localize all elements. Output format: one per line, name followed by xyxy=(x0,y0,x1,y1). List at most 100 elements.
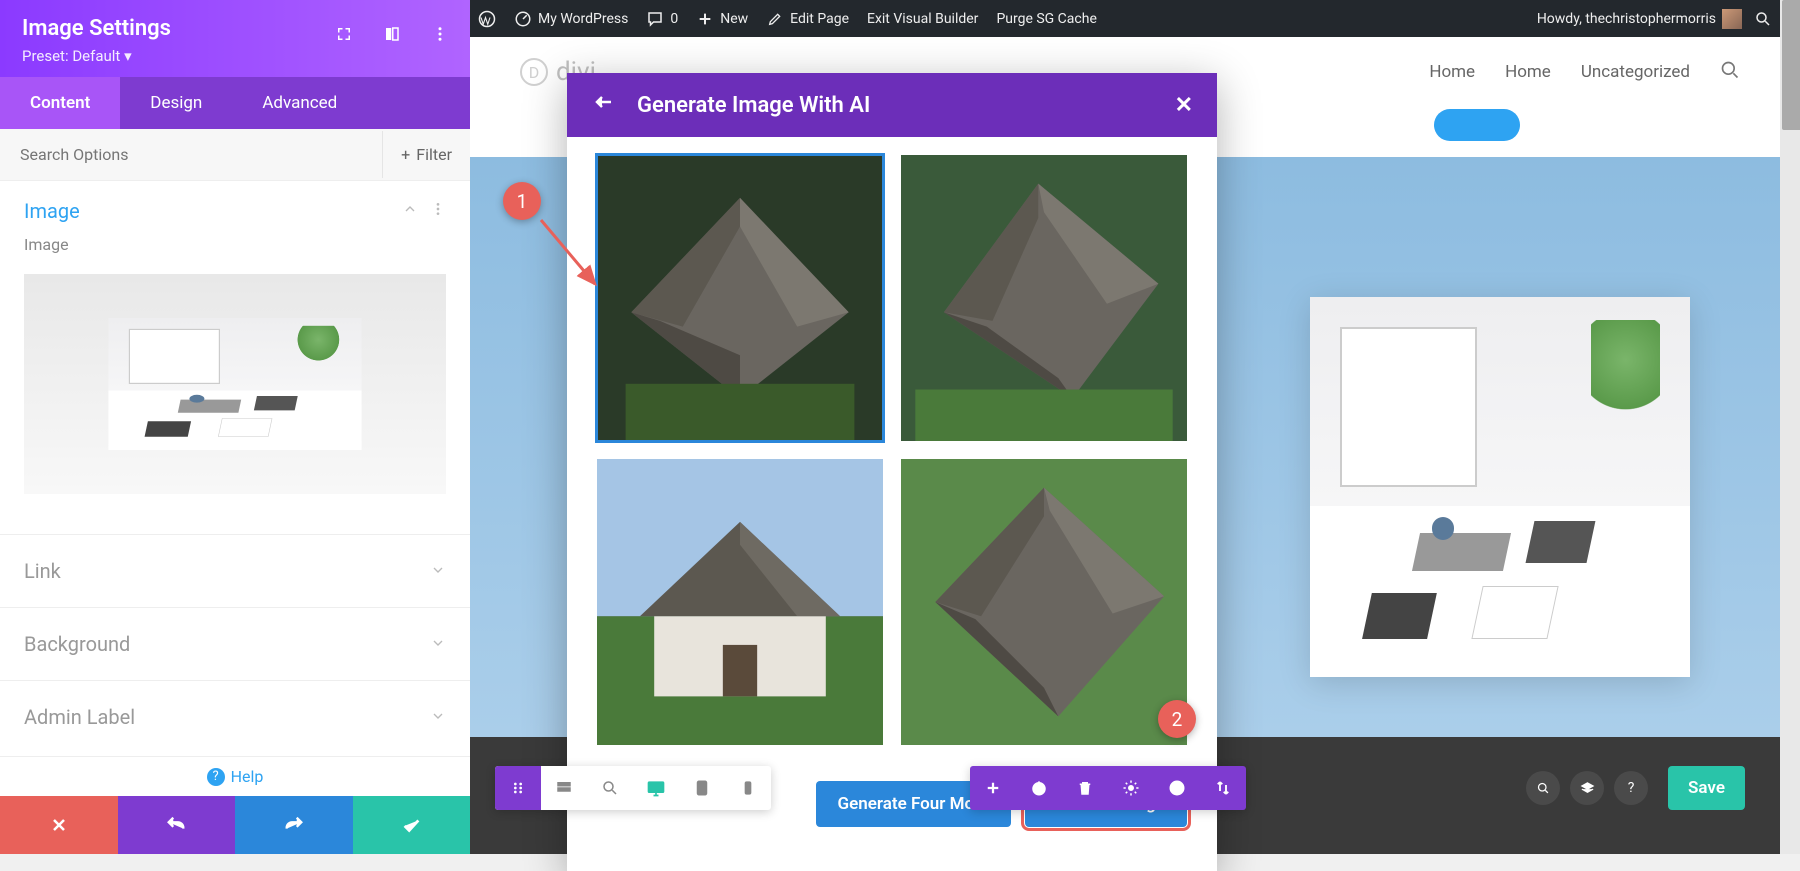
pill-indicator xyxy=(1434,109,1520,141)
new-menu[interactable]: New xyxy=(696,10,748,28)
toolbar-handle[interactable] xyxy=(495,766,541,810)
help-label: Help xyxy=(231,767,264,786)
image-upload-field[interactable] xyxy=(24,274,446,494)
section-background-title: Background xyxy=(24,632,130,656)
purge-label: Purge SG Cache xyxy=(996,11,1096,27)
account-menu[interactable]: Howdy, thechristophermorris xyxy=(1537,9,1742,29)
comments-menu[interactable]: 0 xyxy=(646,10,678,28)
undo-button[interactable] xyxy=(118,796,236,854)
wordpress-icon xyxy=(478,10,496,28)
search-icon xyxy=(1754,10,1772,28)
chevron-down-icon: ▾ xyxy=(124,47,132,65)
power-button[interactable] xyxy=(1016,766,1062,810)
filter-label: Filter xyxy=(416,145,452,164)
wp-admin-bar: My WordPress 0 New Edit Page Exit Visual… xyxy=(470,0,1780,37)
modal-header: Generate Image With AI ✕ xyxy=(567,73,1217,137)
purge-cache-link[interactable]: Purge SG Cache xyxy=(996,11,1096,27)
help-button[interactable]: ? xyxy=(1614,771,1648,805)
zoom-view-button[interactable] xyxy=(587,766,633,810)
tab-content[interactable]: Content xyxy=(0,77,120,129)
chevron-down-icon xyxy=(430,705,446,729)
nav-search[interactable] xyxy=(1720,60,1740,85)
builder-view-toolbar xyxy=(495,766,771,810)
section-admin-label-title: Admin Label xyxy=(24,705,135,729)
nav-link-home-2[interactable]: Home xyxy=(1505,62,1551,82)
generated-image-1[interactable] xyxy=(597,155,883,441)
scrollbar-thumb[interactable] xyxy=(1782,0,1800,130)
settings-tabs: Content Design Advanced xyxy=(0,77,470,129)
ai-generate-modal: Generate Image With AI ✕ Generate Four M… xyxy=(567,73,1217,871)
snap-icon[interactable] xyxy=(382,24,402,44)
more-icon[interactable] xyxy=(430,201,446,221)
section-image-title: Image xyxy=(24,199,80,223)
save-button[interactable]: Save xyxy=(1668,766,1745,810)
desktop-view-button[interactable] xyxy=(633,766,679,810)
hero-image-module[interactable] xyxy=(1310,297,1690,677)
page-settings-button[interactable] xyxy=(1108,766,1154,810)
exit-visual-builder-link[interactable]: Exit Visual Builder xyxy=(867,11,978,27)
section-background[interactable]: Background xyxy=(0,607,470,680)
panel-header: Image Settings Preset: Default ▾ xyxy=(0,0,470,77)
modal-back-button[interactable] xyxy=(591,91,619,119)
generated-images-grid xyxy=(597,155,1187,745)
module-settings-panel: Image Settings Preset: Default ▾ Content… xyxy=(0,0,470,854)
page-scrollbar[interactable] xyxy=(1780,0,1800,854)
tab-advanced[interactable]: Advanced xyxy=(232,77,367,129)
edit-page-link[interactable]: Edit Page xyxy=(766,10,849,28)
howdy-label: Howdy, thechristophermorris xyxy=(1537,11,1716,27)
chevron-down-icon xyxy=(430,559,446,583)
modal-close-button[interactable]: ✕ xyxy=(1175,93,1193,118)
pencil-icon xyxy=(766,10,784,28)
discard-button[interactable] xyxy=(0,796,118,854)
preset-label: Preset: Default xyxy=(22,47,120,65)
section-image-header[interactable]: Image xyxy=(0,181,470,231)
generated-image-4[interactable] xyxy=(901,459,1187,745)
site-name-menu[interactable]: My WordPress xyxy=(514,10,628,28)
annotation-arrow xyxy=(533,212,613,302)
plus-icon xyxy=(696,10,714,28)
image-thumbnail xyxy=(24,274,446,494)
apply-button[interactable] xyxy=(353,796,471,854)
more-menu-icon[interactable] xyxy=(430,24,450,44)
annotation-2: 2 xyxy=(1158,700,1196,738)
layers-button[interactable] xyxy=(1570,771,1604,805)
search-layers-button[interactable] xyxy=(1526,771,1560,805)
image-field-label: Image xyxy=(0,231,470,266)
plus-icon: + xyxy=(401,145,410,164)
generated-image-3[interactable] xyxy=(597,459,883,745)
tablet-view-button[interactable] xyxy=(679,766,725,810)
nav-link-uncategorized[interactable]: Uncategorized xyxy=(1581,62,1690,82)
section-link-title: Link xyxy=(24,559,61,583)
builder-right-toolbar: ? Save xyxy=(1526,766,1745,810)
phone-view-button[interactable] xyxy=(725,766,771,810)
help-link[interactable]: ? Help xyxy=(0,756,470,796)
generated-image-2[interactable] xyxy=(901,155,1187,441)
add-section-button[interactable] xyxy=(970,766,1016,810)
site-name-label: My WordPress xyxy=(538,11,628,27)
chevron-down-icon xyxy=(430,632,446,656)
search-input[interactable] xyxy=(0,129,382,180)
tab-design[interactable]: Design xyxy=(120,77,232,129)
new-label: New xyxy=(720,11,748,27)
admin-search[interactable] xyxy=(1754,10,1772,28)
redo-button[interactable] xyxy=(235,796,353,854)
annotation-1: 1 xyxy=(503,182,541,220)
chevron-up-icon xyxy=(402,201,418,221)
help-icon: ? xyxy=(207,768,225,786)
panel-footer-actions xyxy=(0,796,470,854)
nav-link-home-1[interactable]: Home xyxy=(1429,62,1475,82)
expand-icon[interactable] xyxy=(334,24,354,44)
panel-body: Image Image Link Background Admin Label xyxy=(0,181,470,756)
section-link[interactable]: Link xyxy=(0,534,470,607)
filter-button[interactable]: + Filter xyxy=(382,131,470,178)
history-button[interactable] xyxy=(1154,766,1200,810)
preset-dropdown[interactable]: Preset: Default ▾ xyxy=(22,47,448,65)
section-admin-label[interactable]: Admin Label xyxy=(0,680,470,753)
wireframe-view-button[interactable] xyxy=(541,766,587,810)
builder-page-toolbar xyxy=(970,766,1246,810)
portability-button[interactable] xyxy=(1200,766,1246,810)
clear-layout-button[interactable] xyxy=(1062,766,1108,810)
comments-count: 0 xyxy=(670,11,678,27)
wp-logo-menu[interactable] xyxy=(478,10,496,28)
comment-icon xyxy=(646,10,664,28)
